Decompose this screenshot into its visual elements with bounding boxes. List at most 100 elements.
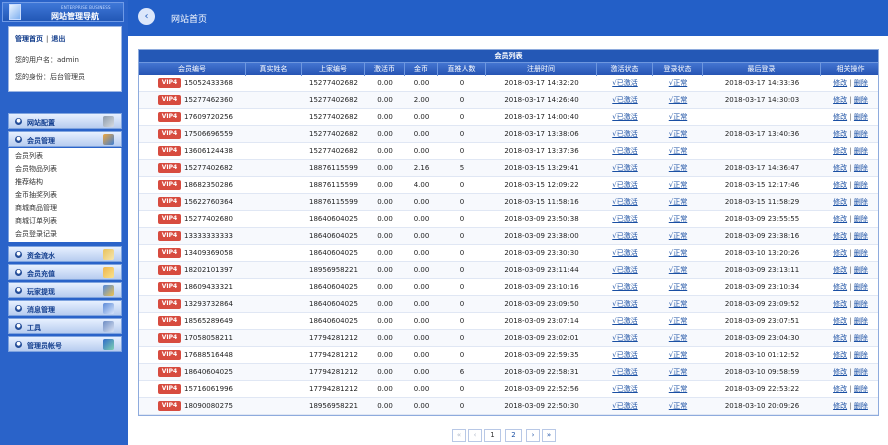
activation-status[interactable]: √已激活 xyxy=(597,126,653,143)
edit-link[interactable]: 修改 xyxy=(833,215,847,223)
submenu-member-list[interactable]: 会员列表 xyxy=(15,151,43,161)
sidebar-menu-messages[interactable]: ● 消息管理 xyxy=(8,300,122,316)
sidebar-menu-withdraw[interactable]: ● 玩家提现 xyxy=(8,282,122,298)
login-status[interactable]: √正常 xyxy=(653,279,703,296)
edit-link[interactable]: 修改 xyxy=(833,402,847,410)
activation-status[interactable]: √已激活 xyxy=(597,211,653,228)
delete-link[interactable]: 删除 xyxy=(854,147,868,155)
submenu-login-records[interactable]: 会员登录记录 xyxy=(15,229,57,239)
submenu-gold-lottery[interactable]: 金币抽奖列表 xyxy=(15,190,57,200)
activation-status[interactable]: √已激活 xyxy=(597,143,653,160)
login-status[interactable]: √正常 xyxy=(653,228,703,245)
activation-status[interactable]: √已激活 xyxy=(597,279,653,296)
last-page-button[interactable]: » xyxy=(542,429,556,442)
next-page-button[interactable]: › xyxy=(526,429,540,442)
activation-status[interactable]: √已激活 xyxy=(597,296,653,313)
delete-link[interactable]: 删除 xyxy=(854,96,868,104)
page-2-button[interactable]: 2 xyxy=(505,429,522,442)
back-icon[interactable]: ‹ xyxy=(138,8,155,25)
login-status[interactable]: √正常 xyxy=(653,126,703,143)
submenu-shop-products[interactable]: 商城商品管理 xyxy=(15,203,57,213)
sidebar-menu-funds[interactable]: ● 资金流水 xyxy=(8,246,122,262)
login-status[interactable]: √正常 xyxy=(653,313,703,330)
activation-status[interactable]: √已激活 xyxy=(597,347,653,364)
delete-link[interactable]: 删除 xyxy=(854,181,868,189)
activation-status[interactable]: √已激活 xyxy=(597,177,653,194)
edit-link[interactable]: 修改 xyxy=(833,198,847,206)
login-status[interactable]: √正常 xyxy=(653,177,703,194)
activation-status[interactable]: √已激活 xyxy=(597,75,653,92)
sidebar-menu-admin-accounts[interactable]: ● 管理员帐号 xyxy=(8,336,122,352)
delete-link[interactable]: 删除 xyxy=(854,249,868,257)
sidebar-menu-site-config[interactable]: ● 网站配置 xyxy=(8,113,122,129)
delete-link[interactable]: 删除 xyxy=(854,300,868,308)
login-status[interactable]: √正常 xyxy=(653,245,703,262)
activation-status[interactable]: √已激活 xyxy=(597,364,653,381)
logout-link[interactable]: 退出 xyxy=(51,35,65,43)
edit-link[interactable]: 修改 xyxy=(833,181,847,189)
login-status[interactable]: √正常 xyxy=(653,364,703,381)
delete-link[interactable]: 删除 xyxy=(854,385,868,393)
delete-link[interactable]: 删除 xyxy=(854,334,868,342)
login-status[interactable]: √正常 xyxy=(653,262,703,279)
activation-status[interactable]: √已激活 xyxy=(597,330,653,347)
delete-link[interactable]: 删除 xyxy=(854,164,868,172)
delete-link[interactable]: 删除 xyxy=(854,368,868,376)
delete-link[interactable]: 删除 xyxy=(854,351,868,359)
delete-link[interactable]: 删除 xyxy=(854,79,868,87)
activation-status[interactable]: √已激活 xyxy=(597,245,653,262)
login-status[interactable]: √正常 xyxy=(653,194,703,211)
prev-page-button[interactable]: ‹ xyxy=(468,429,482,442)
admin-home-link[interactable]: 管理首页 xyxy=(15,35,43,43)
edit-link[interactable]: 修改 xyxy=(833,385,847,393)
delete-link[interactable]: 删除 xyxy=(854,266,868,274)
login-status[interactable]: √正常 xyxy=(653,381,703,398)
edit-link[interactable]: 修改 xyxy=(833,368,847,376)
submenu-referral-structure[interactable]: 推荐结构 xyxy=(15,177,43,187)
edit-link[interactable]: 修改 xyxy=(833,232,847,240)
edit-link[interactable]: 修改 xyxy=(833,147,847,155)
activation-status[interactable]: √已激活 xyxy=(597,381,653,398)
login-status[interactable]: √正常 xyxy=(653,211,703,228)
edit-link[interactable]: 修改 xyxy=(833,317,847,325)
edit-link[interactable]: 修改 xyxy=(833,130,847,138)
login-status[interactable]: √正常 xyxy=(653,143,703,160)
edit-link[interactable]: 修改 xyxy=(833,96,847,104)
login-status[interactable]: √正常 xyxy=(653,296,703,313)
edit-link[interactable]: 修改 xyxy=(833,164,847,172)
login-status[interactable]: √正常 xyxy=(653,347,703,364)
activation-status[interactable]: √已激活 xyxy=(597,398,653,415)
delete-link[interactable]: 删除 xyxy=(854,113,868,121)
login-status[interactable]: √正常 xyxy=(653,109,703,126)
delete-link[interactable]: 删除 xyxy=(854,283,868,291)
login-status[interactable]: √正常 xyxy=(653,398,703,415)
edit-link[interactable]: 修改 xyxy=(833,249,847,257)
first-page-button[interactable]: « xyxy=(452,429,466,442)
edit-link[interactable]: 修改 xyxy=(833,334,847,342)
activation-status[interactable]: √已激活 xyxy=(597,262,653,279)
login-status[interactable]: √正常 xyxy=(653,92,703,109)
delete-link[interactable]: 删除 xyxy=(854,317,868,325)
delete-link[interactable]: 删除 xyxy=(854,215,868,223)
edit-link[interactable]: 修改 xyxy=(833,351,847,359)
edit-link[interactable]: 修改 xyxy=(833,266,847,274)
sidebar-menu-member-management[interactable]: ● 会员管理 xyxy=(8,131,122,147)
login-status[interactable]: √正常 xyxy=(653,75,703,92)
edit-link[interactable]: 修改 xyxy=(833,79,847,87)
login-status[interactable]: √正常 xyxy=(653,330,703,347)
activation-status[interactable]: √已激活 xyxy=(597,92,653,109)
submenu-member-items[interactable]: 会员物品列表 xyxy=(15,164,57,174)
edit-link[interactable]: 修改 xyxy=(833,113,847,121)
activation-status[interactable]: √已激活 xyxy=(597,109,653,126)
activation-status[interactable]: √已激活 xyxy=(597,194,653,211)
activation-status[interactable]: √已激活 xyxy=(597,228,653,245)
delete-link[interactable]: 删除 xyxy=(854,130,868,138)
login-status[interactable]: √正常 xyxy=(653,160,703,177)
page-1-button[interactable]: 1 xyxy=(484,429,501,442)
delete-link[interactable]: 删除 xyxy=(854,232,868,240)
delete-link[interactable]: 删除 xyxy=(854,402,868,410)
submenu-shop-orders[interactable]: 商城订单列表 xyxy=(15,216,57,226)
activation-status[interactable]: √已激活 xyxy=(597,160,653,177)
activation-status[interactable]: √已激活 xyxy=(597,313,653,330)
delete-link[interactable]: 删除 xyxy=(854,198,868,206)
